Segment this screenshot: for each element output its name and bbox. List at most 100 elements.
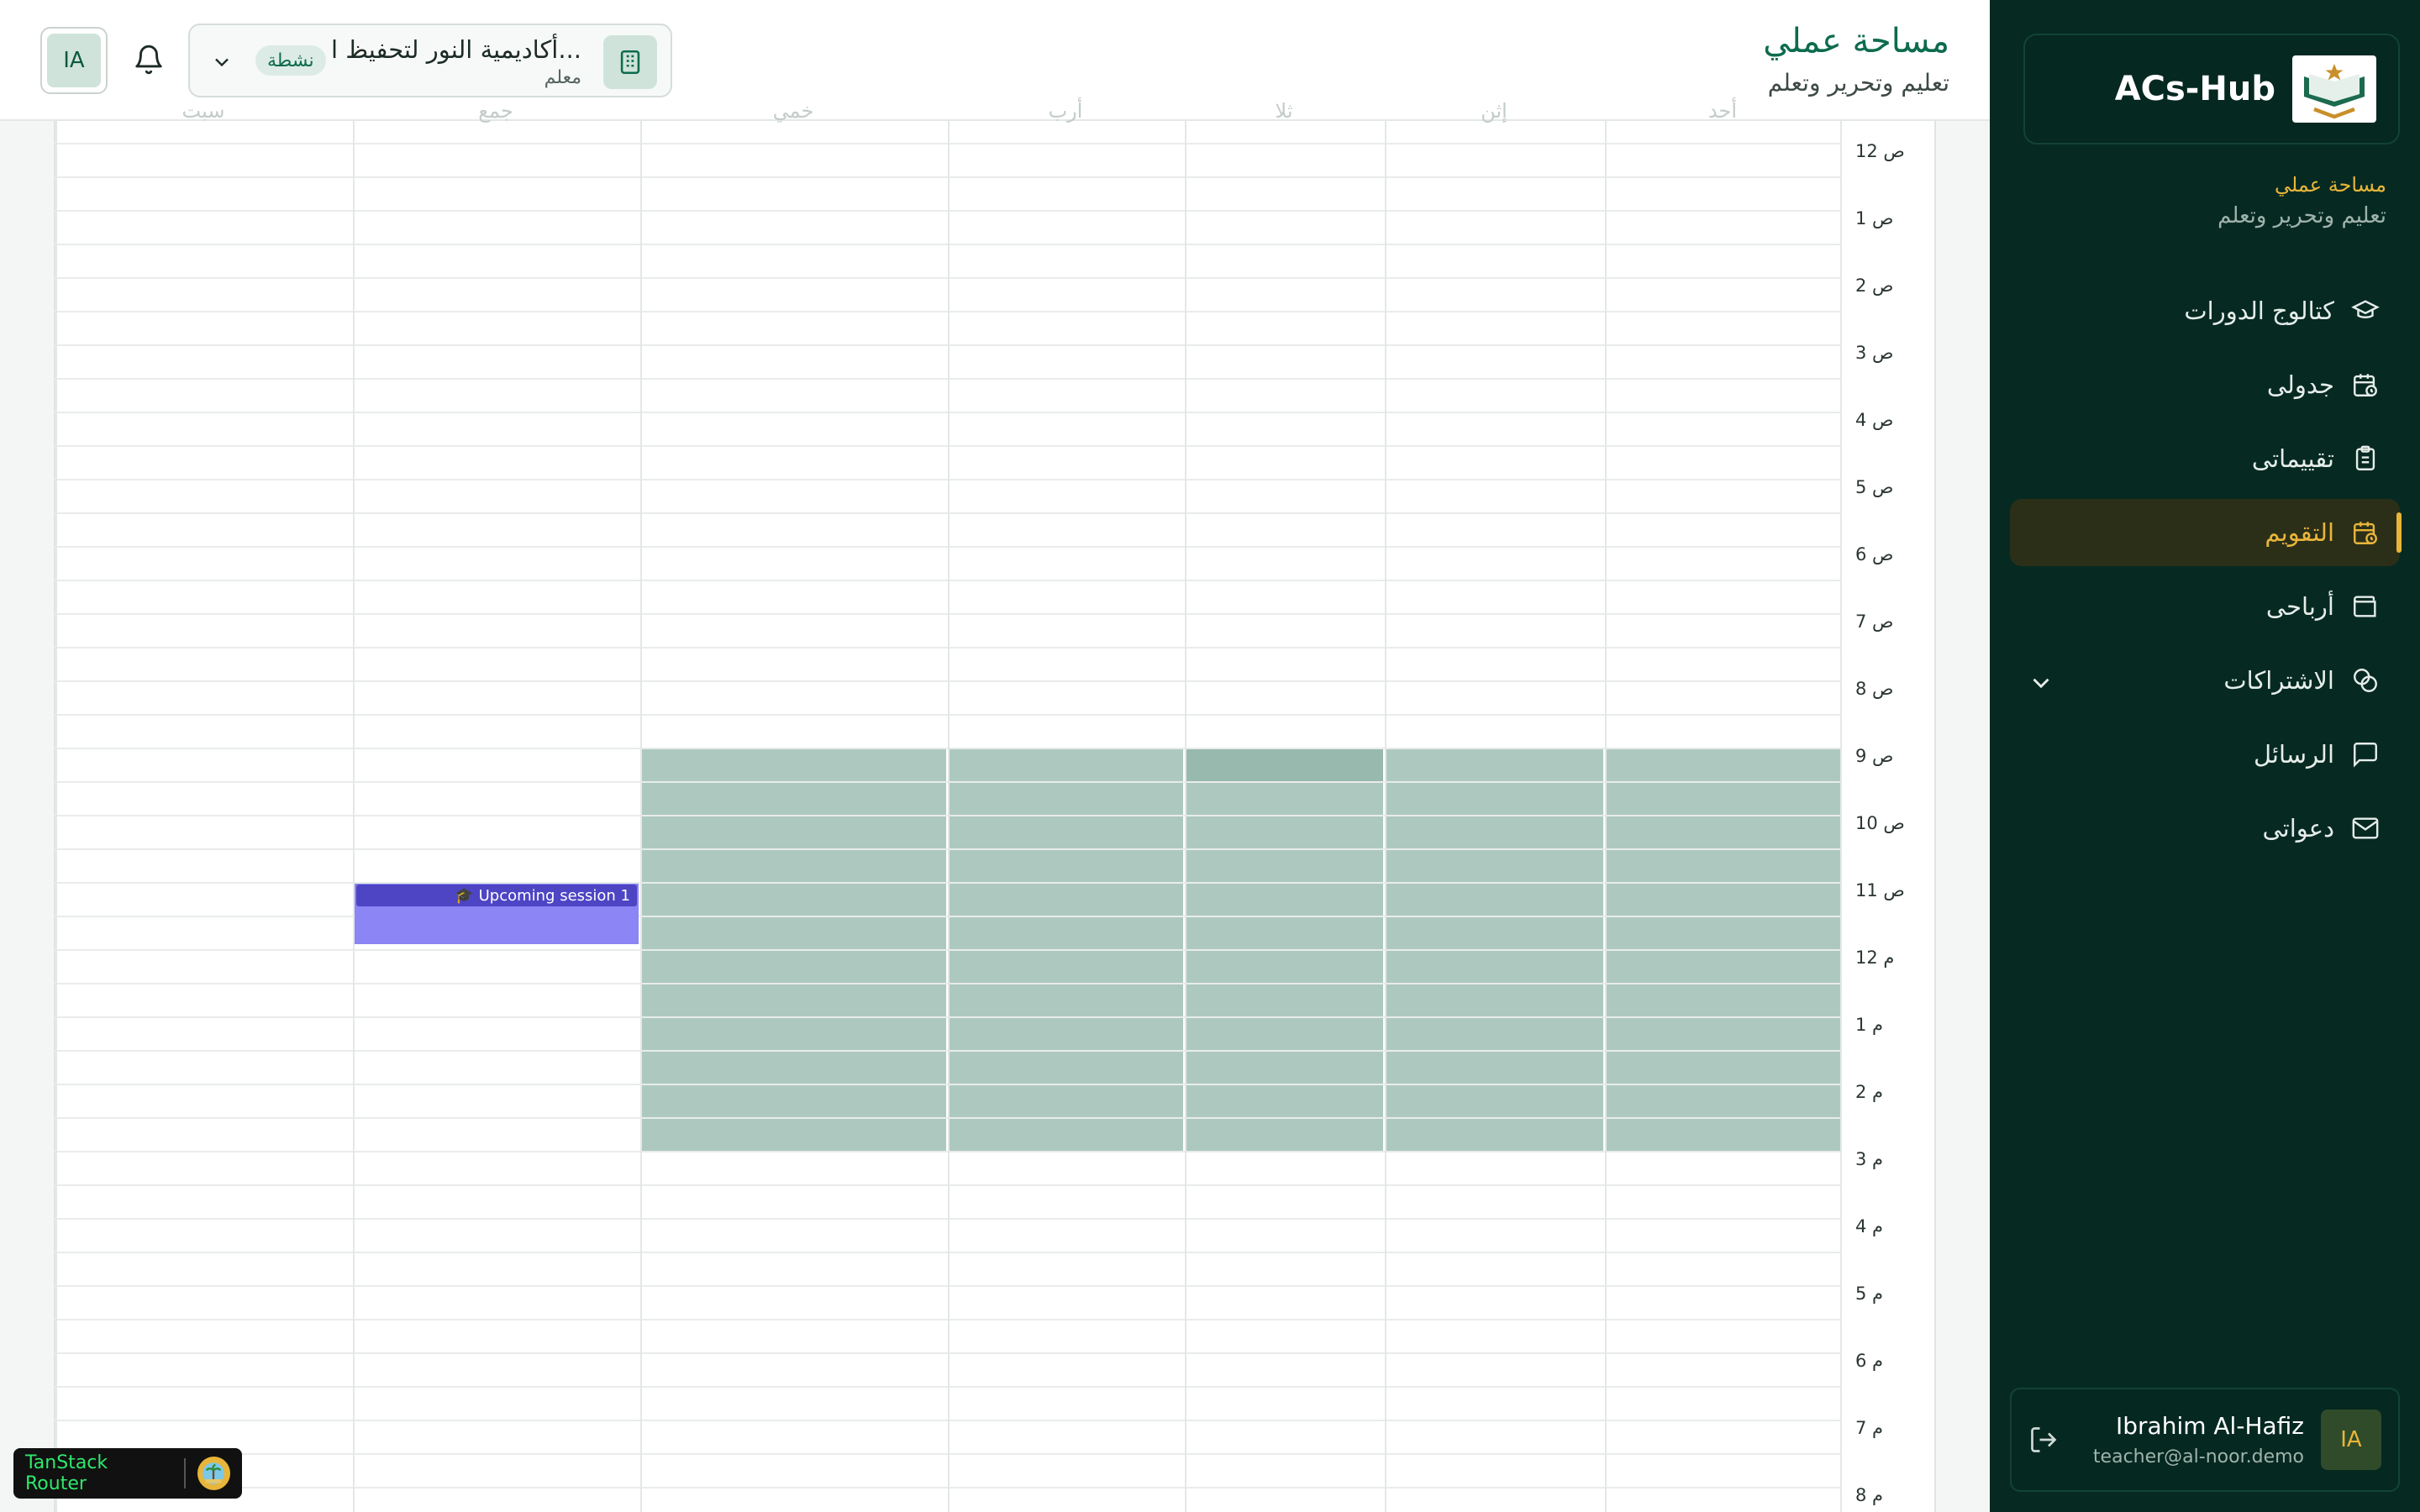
availability-slot[interactable] [1607,884,1840,916]
sidebar-item-subscriptions[interactable]: الاشتراكات [2010,647,2400,714]
time-label: 3 ص [1855,343,1894,363]
availability-slot[interactable] [1607,1052,1840,1084]
sidebar: ACs-Hub مساحة عملي تعليم وتحرير وتعلم كت… [1990,0,2420,1512]
availability-slot[interactable] [1386,984,1603,1016]
availability-slot[interactable] [1186,1119,1383,1151]
divider [183,1458,186,1488]
availability-slot[interactable] [1186,917,1383,949]
availability-slot[interactable] [1386,884,1603,916]
logout-icon[interactable] [2028,1425,2059,1455]
time-label: 11 ص [1855,880,1905,900]
availability-slot[interactable] [950,951,1183,983]
availability-slot[interactable] [1386,816,1603,848]
clipboard-icon [2355,445,2375,470]
availability-slot[interactable] [950,1085,1183,1117]
availability-slot[interactable] [1386,917,1603,949]
avatar-button[interactable]: IA [40,27,108,94]
brand-name: ACs-Hub [2114,70,2275,108]
availability-slot[interactable] [1386,1119,1603,1151]
availability-slot[interactable] [642,917,946,949]
day-header-mon: إثن [1481,99,1507,123]
time-label: 8 ص [1855,679,1894,699]
availability-slot[interactable] [1386,850,1603,882]
availability-slot[interactable] [642,816,946,848]
sidebar-item-schedule[interactable]: جدولى [2010,351,2400,418]
availability-slot[interactable] [1186,884,1383,916]
availability-slot[interactable] [642,1085,946,1117]
sidebar-nav: كتالوج الدورات جدولى تقييماتى التقويم أر… [2010,277,2402,869]
availability-slot[interactable] [950,783,1183,815]
bell-icon[interactable] [133,44,165,76]
sidebar-item-label: جدولى [2266,370,2334,399]
time-label: 9 ص [1855,746,1894,766]
availability-slot[interactable] [1607,1085,1840,1117]
availability-slot[interactable] [950,917,1183,949]
availability-slot[interactable] [950,816,1183,848]
day-header-sat: سبت [182,99,225,123]
sidebar-item-ratings[interactable]: تقييماتى [2010,425,2400,492]
organization-selector[interactable]: نشطة أكاديمية النور لتحفيظ ا... معلم [188,24,672,97]
subscriptions-icon [2354,669,2377,692]
sidebar-item-label: التقويم [2265,518,2334,547]
availability-slot[interactable] [1607,850,1840,882]
availability-slot[interactable] [1186,783,1383,815]
availability-slot[interactable] [1607,917,1840,949]
time-label: 12 ص [1855,141,1905,161]
availability-slot[interactable] [950,984,1183,1016]
brand-card[interactable]: ACs-Hub [2023,34,2400,144]
availability-slot[interactable] [1386,1018,1603,1050]
sidebar-item-messages[interactable]: الرسائل [2010,721,2400,788]
availability-slot[interactable] [1607,1018,1840,1050]
availability-slot[interactable] [642,850,946,882]
sidebar-item-course-catalog[interactable]: كتالوج الدورات [2010,277,2400,344]
page-subtitle: تعليم وتحرير وتعلم [1767,69,1949,97]
availability-slot[interactable] [1386,1052,1603,1084]
availability-slot[interactable] [950,1119,1183,1151]
availability-slot[interactable] [1607,816,1840,848]
availability-slot[interactable] [642,951,946,983]
sidebar-item-calendar[interactable]: التقويم [2010,499,2402,566]
availability-slot[interactable] [1607,749,1840,781]
availability-slot[interactable] [950,1018,1183,1050]
page-title-text: مساحة عملي [1763,22,1949,60]
sidebar-item-earnings[interactable]: أرباحى [2010,573,2400,640]
availability-slot[interactable] [642,749,946,781]
availability-slot[interactable] [1186,850,1383,882]
sidebar-item-invitations[interactable]: دعواتى [2010,795,2400,862]
availability-slot[interactable] [642,1119,946,1151]
calendar-clock-icon [2354,374,2377,396]
availability-slot[interactable] [642,1052,946,1084]
availability-slot[interactable] [1607,1119,1840,1151]
availability-slot[interactable] [1386,783,1603,815]
availability-slot[interactable] [1607,984,1840,1016]
availability-slot[interactable] [950,850,1183,882]
availability-slot[interactable] [642,1018,946,1050]
availability-slot[interactable] [1607,783,1840,815]
availability-slot[interactable] [950,749,1183,781]
avatar: IA [47,34,101,87]
wallet-icon [2354,596,2376,617]
availability-slot[interactable] [1186,1085,1383,1117]
availability-slot[interactable] [1186,749,1383,781]
time-label: 5 م [1855,1284,1884,1304]
availability-slot[interactable] [1386,1085,1603,1117]
availability-slot[interactable] [950,884,1183,916]
user-info: Ibrahim Al-Hafiz teacher@al-noor.demo [2093,1412,2304,1467]
tanstack-router-devtools-button[interactable]: TanStack Router [13,1448,242,1499]
availability-slot[interactable] [950,1052,1183,1084]
availability-slot[interactable] [1607,951,1840,983]
availability-slot[interactable] [642,884,946,916]
organization-name: أكاديمية النور لتحفيظ ا... [330,35,581,64]
day-header-tue: ثلا [1275,99,1293,123]
availability-slot[interactable] [1186,984,1383,1016]
availability-slot[interactable] [1186,1052,1383,1084]
availability-slot[interactable] [1186,1018,1383,1050]
calendar-event-label[interactable]: 🎓 Upcoming session 1 [356,885,637,906]
availability-slot[interactable] [642,984,946,1016]
availability-slot[interactable] [642,783,946,815]
availability-slot[interactable] [1186,816,1383,848]
availability-slot[interactable] [1386,749,1603,781]
availability-slot[interactable] [1386,951,1603,983]
devtools-label: TanStack Router [25,1452,108,1494]
availability-slot[interactable] [1186,951,1383,983]
